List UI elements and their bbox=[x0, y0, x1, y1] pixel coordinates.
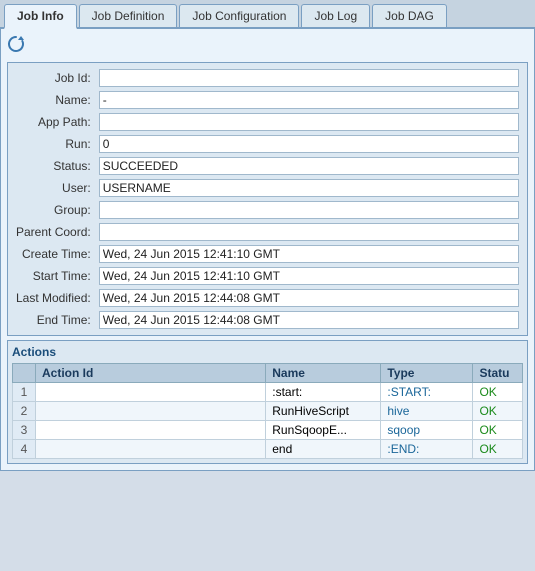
cell-status: OK bbox=[473, 383, 523, 402]
col-header-action-id: Action Id bbox=[36, 364, 266, 383]
cell-name: RunSqoopE... bbox=[266, 421, 381, 440]
form-row-group: Group: bbox=[12, 199, 523, 221]
main-panel: Job Id:Name:App Path:Run:Status:User:Gro… bbox=[0, 29, 535, 471]
form-input-run[interactable] bbox=[99, 135, 519, 153]
form-row-status: Status: bbox=[12, 155, 523, 177]
col-header-num bbox=[13, 364, 36, 383]
form-input-group[interactable] bbox=[99, 201, 519, 219]
form-label-app-path: App Path: bbox=[12, 111, 95, 133]
form-input-end-time[interactable] bbox=[99, 311, 519, 329]
form-input-name[interactable] bbox=[99, 91, 519, 109]
form-label-run: Run: bbox=[12, 133, 95, 155]
row-num: 2 bbox=[13, 402, 36, 421]
form-row-user: User: bbox=[12, 177, 523, 199]
form-input-create-time[interactable] bbox=[99, 245, 519, 263]
form-label-parent-coord: Parent Coord: bbox=[12, 221, 95, 243]
actions-title: Actions bbox=[12, 345, 523, 359]
form-input-start-time[interactable] bbox=[99, 267, 519, 285]
form-label-last-modified: Last Modified: bbox=[12, 287, 95, 309]
form-input-last-modified[interactable] bbox=[99, 289, 519, 307]
tab-job-log[interactable]: Job Log bbox=[301, 4, 370, 27]
tab-job-dag[interactable]: Job DAG bbox=[372, 4, 447, 27]
form-row-parent-coord: Parent Coord: bbox=[12, 221, 523, 243]
cell-type: hive bbox=[381, 402, 473, 421]
tab-job-definition[interactable]: Job Definition bbox=[79, 4, 178, 27]
form-label-user: User: bbox=[12, 177, 95, 199]
refresh-icon[interactable] bbox=[7, 35, 25, 53]
cell-action-id bbox=[36, 440, 266, 459]
form-table: Job Id:Name:App Path:Run:Status:User:Gro… bbox=[12, 67, 523, 331]
actions-table: Action Id Name Type Statu 1 :start::START… bbox=[12, 363, 523, 459]
cell-type: :END: bbox=[381, 440, 473, 459]
form-row-start-time: Start Time: bbox=[12, 265, 523, 287]
job-info-section: Job Id:Name:App Path:Run:Status:User:Gro… bbox=[7, 62, 528, 336]
table-row[interactable]: 2 RunHiveScripthiveOK bbox=[13, 402, 523, 421]
form-row-name: Name: bbox=[12, 89, 523, 111]
form-row-job-id: Job Id: bbox=[12, 67, 523, 89]
cell-action-id bbox=[36, 383, 266, 402]
col-header-status: Statu bbox=[473, 364, 523, 383]
form-row-app-path: App Path: bbox=[12, 111, 523, 133]
row-num: 4 bbox=[13, 440, 36, 459]
form-input-parent-coord[interactable] bbox=[99, 223, 519, 241]
cell-type: :START: bbox=[381, 383, 473, 402]
form-label-end-time: End Time: bbox=[12, 309, 95, 331]
table-row[interactable]: 1 :start::START:OK bbox=[13, 383, 523, 402]
row-num: 1 bbox=[13, 383, 36, 402]
cell-status: OK bbox=[473, 402, 523, 421]
cell-type: sqoop bbox=[381, 421, 473, 440]
toolbar bbox=[7, 35, 528, 56]
tab-job-configuration[interactable]: Job Configuration bbox=[179, 4, 299, 27]
cell-action-id bbox=[36, 402, 266, 421]
form-label-create-time: Create Time: bbox=[12, 243, 95, 265]
form-label-name: Name: bbox=[12, 89, 95, 111]
tab-job-info[interactable]: Job Info bbox=[4, 4, 77, 29]
form-row-create-time: Create Time: bbox=[12, 243, 523, 265]
form-label-status: Status: bbox=[12, 155, 95, 177]
form-input-status[interactable] bbox=[99, 157, 519, 175]
form-row-run: Run: bbox=[12, 133, 523, 155]
actions-panel: Actions Action Id Name Type Statu 1 :star… bbox=[7, 340, 528, 464]
form-label-job-id: Job Id: bbox=[12, 67, 95, 89]
tabs-bar: Job Info Job Definition Job Configuratio… bbox=[0, 0, 535, 29]
form-row-last-modified: Last Modified: bbox=[12, 287, 523, 309]
cell-name: :start: bbox=[266, 383, 381, 402]
form-input-job-id[interactable] bbox=[99, 69, 519, 87]
cell-status: OK bbox=[473, 440, 523, 459]
row-num: 3 bbox=[13, 421, 36, 440]
table-row[interactable]: 4 end:END:OK bbox=[13, 440, 523, 459]
form-row-end-time: End Time: bbox=[12, 309, 523, 331]
col-header-name: Name bbox=[266, 364, 381, 383]
cell-name: end bbox=[266, 440, 381, 459]
table-row[interactable]: 3 RunSqoopE...sqoopOK bbox=[13, 421, 523, 440]
col-header-type: Type bbox=[381, 364, 473, 383]
cell-action-id bbox=[36, 421, 266, 440]
form-label-group: Group: bbox=[12, 199, 95, 221]
cell-name: RunHiveScript bbox=[266, 402, 381, 421]
cell-status: OK bbox=[473, 421, 523, 440]
form-input-app-path[interactable] bbox=[99, 113, 519, 131]
form-label-start-time: Start Time: bbox=[12, 265, 95, 287]
form-input-user[interactable] bbox=[99, 179, 519, 197]
